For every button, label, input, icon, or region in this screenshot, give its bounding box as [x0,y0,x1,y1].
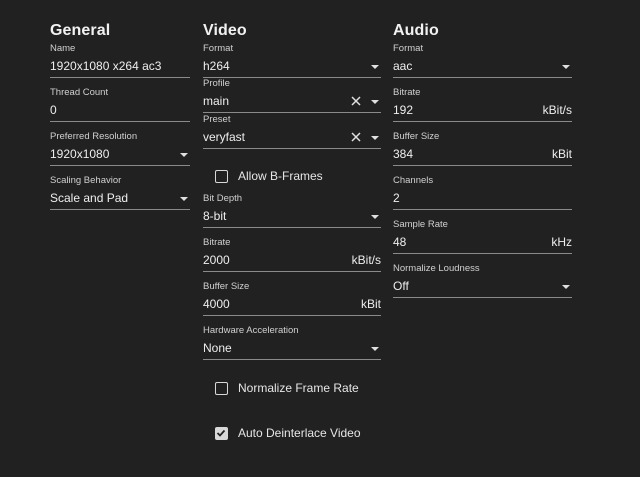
hw-accel-value[interactable]: None [203,341,232,355]
audio-format-select[interactable]: Format aac [393,43,572,79]
chevron-down-icon[interactable] [562,285,570,289]
video-buffer-size-underline [203,315,381,316]
sample-rate-underline [393,253,572,254]
audio-format-value[interactable]: aac [393,59,412,73]
name-label: Name [50,43,76,54]
auto-deinterlace-label: Auto Deinterlace Video [238,426,361,440]
channels-field[interactable]: Channels 2 [393,175,572,211]
profile-select[interactable]: Profile main [203,78,381,114]
checkbox-icon[interactable] [215,170,228,183]
preferred-resolution-label: Preferred Resolution [50,131,138,142]
name-underline [50,77,190,78]
auto-deinterlace-checkbox[interactable]: Auto Deinterlace Video [215,426,385,444]
hw-accel-select[interactable]: Hardware Acceleration None [203,325,381,361]
audio-bitrate-field[interactable]: Bitrate 192 kBit/s [393,87,572,123]
normalize-loudness-value[interactable]: Off [393,279,409,293]
video-format-label: Format [203,43,234,54]
channels-underline [393,209,572,210]
sample-rate-field[interactable]: Sample Rate 48 kHz [393,219,572,255]
chevron-down-icon[interactable] [180,197,188,201]
normalize-loudness-select[interactable]: Normalize Loudness Off [393,263,572,299]
bit-depth-underline [203,227,381,228]
chevron-down-icon[interactable] [371,215,379,219]
normalize-frame-rate-label: Normalize Frame Rate [238,381,359,395]
thread-count-label: Thread Count [50,87,109,98]
audio-buffer-size-unit: kBit [551,147,572,161]
video-heading: Video [203,22,247,39]
video-buffer-size-label: Buffer Size [203,281,250,292]
channels-label: Channels [393,175,434,186]
checkmark-icon [216,429,226,437]
name-input[interactable]: 1920x1080 x264 ac3 [50,59,161,73]
sample-rate-label: Sample Rate [393,219,448,230]
allow-bframes-checkbox[interactable]: Allow B-Frames [215,169,385,187]
preset-underline [203,148,381,149]
chevron-down-icon[interactable] [180,153,188,157]
normalize-frame-rate-checkbox[interactable]: Normalize Frame Rate [215,381,385,399]
chevron-down-icon[interactable] [371,100,379,104]
video-format-select[interactable]: Format h264 [203,43,381,79]
preset-select[interactable]: Preset veryfast [203,114,381,150]
scaling-behavior-underline [50,209,190,210]
bit-depth-value[interactable]: 8-bit [203,209,226,223]
preferred-resolution-value[interactable]: 1920x1080 [50,147,109,161]
audio-buffer-size-input[interactable]: 384 [393,147,413,161]
checkbox-checked-icon[interactable] [215,427,228,440]
thread-count-field[interactable]: Thread Count 0 [50,87,190,123]
hw-accel-label: Hardware Acceleration [203,325,299,336]
scaling-behavior-label: Scaling Behavior [50,175,122,186]
profile-value[interactable]: main [203,94,229,108]
scaling-behavior-select[interactable]: Scaling Behavior Scale and Pad [50,175,190,211]
video-buffer-size-input[interactable]: 4000 [203,297,230,311]
preferred-resolution-select[interactable]: Preferred Resolution 1920x1080 [50,131,190,167]
profile-label: Profile [203,78,230,89]
audio-heading: Audio [393,22,439,39]
checkbox-icon[interactable] [215,382,228,395]
bit-depth-label: Bit Depth [203,193,243,204]
thread-count-underline [50,121,190,122]
preferred-resolution-underline [50,165,190,166]
scaling-behavior-value[interactable]: Scale and Pad [50,191,128,205]
normalize-loudness-label: Normalize Loudness [393,263,480,274]
general-heading: General [50,22,111,39]
video-bitrate-underline [203,271,381,272]
sample-rate-unit: kHz [551,235,572,249]
audio-buffer-size-field[interactable]: Buffer Size 384 kBit [393,131,572,167]
normalize-loudness-underline [393,297,572,298]
preset-label: Preset [203,114,231,125]
video-bitrate-unit: kBit/s [351,253,381,267]
chevron-down-icon[interactable] [371,347,379,351]
preset-value[interactable]: veryfast [203,130,245,144]
audio-bitrate-unit: kBit/s [542,103,572,117]
audio-buffer-size-underline [393,165,572,166]
sample-rate-input[interactable]: 48 [393,235,406,249]
video-bitrate-input[interactable]: 2000 [203,253,230,267]
audio-bitrate-underline [393,121,572,122]
profile-underline [203,112,381,113]
allow-bframes-label: Allow B-Frames [238,169,323,183]
video-format-value[interactable]: h264 [203,59,230,73]
video-bitrate-label: Bitrate [203,237,231,248]
audio-bitrate-label: Bitrate [393,87,421,98]
video-bitrate-field[interactable]: Bitrate 2000 kBit/s [203,237,381,273]
chevron-down-icon[interactable] [562,65,570,69]
audio-format-underline [393,77,572,78]
audio-format-label: Format [393,43,424,54]
bit-depth-select[interactable]: Bit Depth 8-bit [203,193,381,229]
channels-input[interactable]: 2 [393,191,400,205]
close-icon[interactable] [350,131,362,143]
name-field[interactable]: Name 1920x1080 x264 ac3 [50,43,190,79]
thread-count-input[interactable]: 0 [50,103,57,117]
chevron-down-icon[interactable] [371,136,379,140]
chevron-down-icon[interactable] [371,65,379,69]
audio-bitrate-input[interactable]: 192 [393,103,413,117]
hw-accel-underline [203,359,381,360]
video-buffer-size-field[interactable]: Buffer Size 4000 kBit [203,281,381,317]
video-buffer-size-unit: kBit [360,297,381,311]
audio-buffer-size-label: Buffer Size [393,131,440,142]
close-icon[interactable] [350,95,362,107]
